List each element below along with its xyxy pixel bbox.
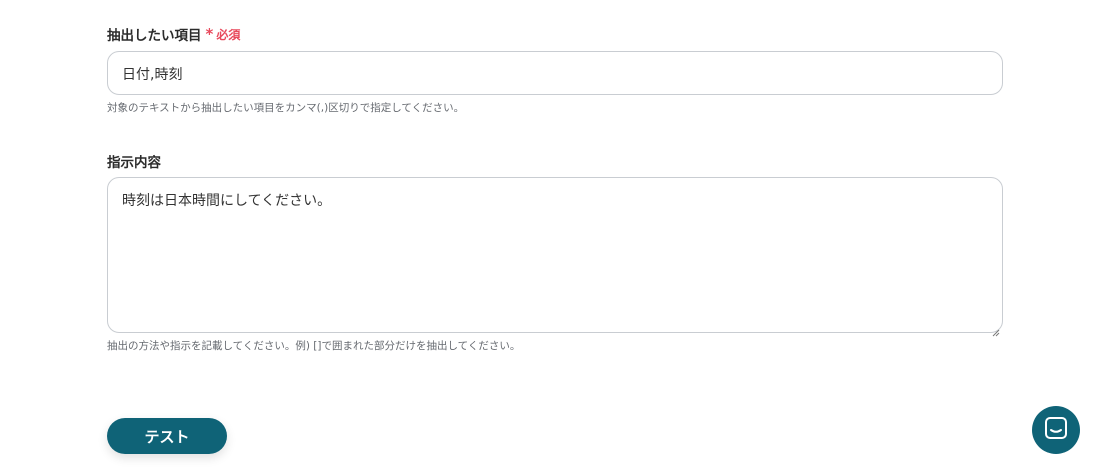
- extract-field-label-row: 抽出したい項目 * 必須: [107, 24, 240, 44]
- chat-launcher-button[interactable]: [1032, 406, 1080, 454]
- required-badge: 必須: [216, 27, 241, 42]
- chat-icon: [1044, 416, 1068, 444]
- extract-items-input[interactable]: 日付,時刻: [107, 51, 1003, 95]
- instruction-help: 抽出の方法や指示を記載してください。例) []で囲まれた部分だけを抽出してくださ…: [107, 340, 521, 352]
- test-button-label: テスト: [144, 427, 190, 446]
- instruction-value: 時刻は日本時間にしてください。: [122, 193, 332, 209]
- resize-handle-icon[interactable]: [992, 322, 1000, 337]
- extract-field-label: 抽出したい項目: [107, 28, 202, 44]
- extract-items-help: 対象のテキストから抽出したい項目をカンマ(,)区切りで指定してください。: [107, 102, 465, 114]
- test-button[interactable]: テスト: [107, 418, 227, 454]
- instruction-textarea[interactable]: 時刻は日本時間にしてください。: [107, 177, 1003, 337]
- instruction-field-label-row: 指示内容: [107, 151, 161, 171]
- extract-items-value: 日付,時刻: [122, 67, 183, 83]
- form-page: 抽出したい項目 * 必須 日付,時刻 対象のテキストから抽出したい項目をカンマ(…: [0, 0, 1096, 469]
- instruction-field-label: 指示内容: [107, 155, 161, 171]
- required-mark: *: [205, 25, 214, 43]
